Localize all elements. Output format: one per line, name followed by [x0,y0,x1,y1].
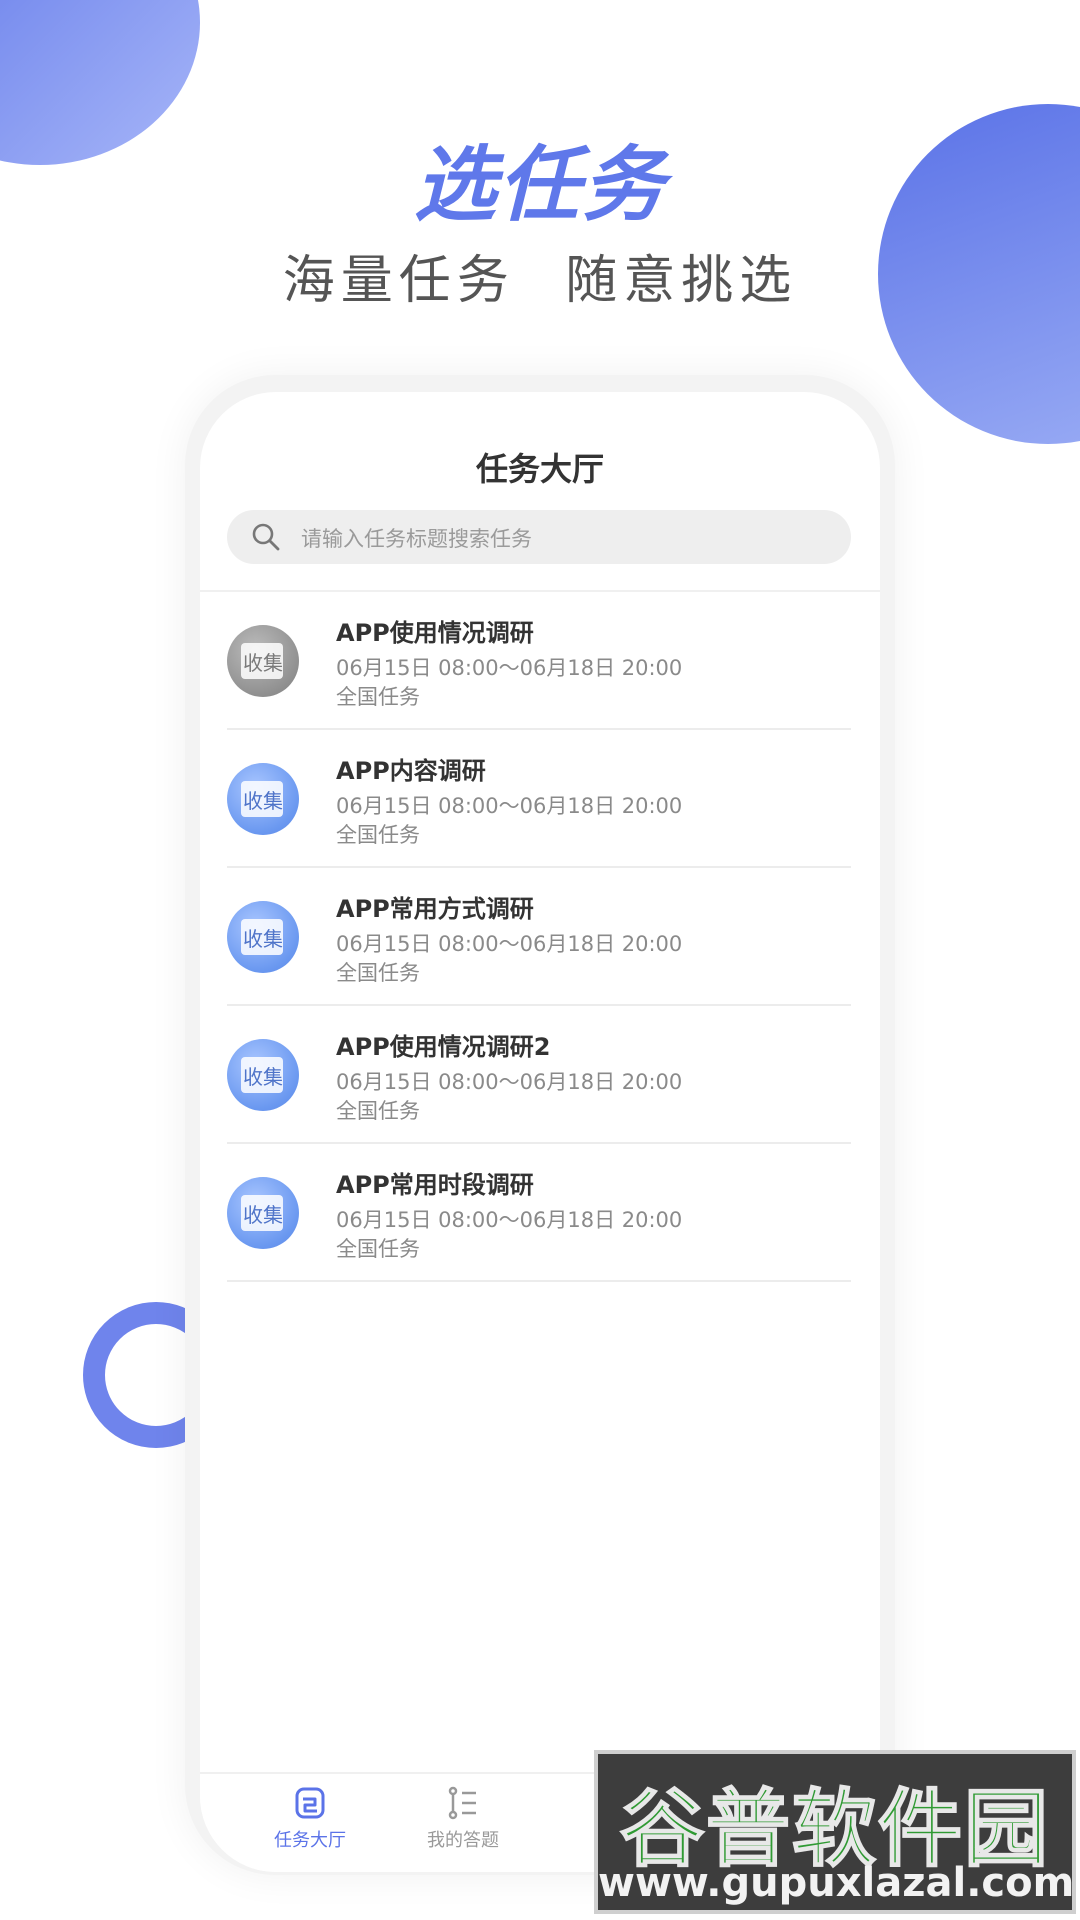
collect-badge[interactable]: 收集 [227,763,299,835]
task-scope: 全国任务 [336,961,420,985]
task-list: 收集 APP使用情况调研 06月15日 08:00～06月18日 20:00 全… [227,592,851,1282]
task-row[interactable]: 收集 APP常用时段调研 06月15日 08:00～06月18日 20:00 全… [227,1144,851,1282]
task-time: 06月15日 08:00～06月18日 20:00 [336,932,683,956]
task-scope: 全国任务 [336,823,420,847]
task-row[interactable]: 收集 APP内容调研 06月15日 08:00～06月18日 20:00 全国任… [227,730,851,868]
task-title: APP使用情况调研2 [336,1033,551,1061]
promo-page: 选任务 海量任务 随意挑选 任务大厅 请输入任务标题搜索任务 收集 APP使用情… [0,0,1080,1920]
task-time: 06月15日 08:00～06月18日 20:00 [336,1208,683,1232]
task-row[interactable]: 收集 APP使用情况调研2 06月15日 08:00～06月18日 20:00 … [227,1006,851,1144]
task-hall-icon [295,1787,325,1819]
watermark-url: www.gupuxlazal.com [598,1860,1075,1906]
watermark-logo: 谷普软件园 www.gupuxlazal.com [594,1750,1076,1914]
collect-badge[interactable]: 收集 [227,625,299,697]
collect-label: 收集 [243,926,283,951]
task-title: APP内容调研 [336,757,486,785]
task-row[interactable]: 收集 APP常用方式调研 06月15日 08:00～06月18日 20:00 全… [227,868,851,1006]
tab-label: 我的答题 [427,1830,499,1851]
tab-label: 任务大厅 [274,1830,346,1851]
task-title: APP使用情况调研 [336,619,534,647]
task-scope: 全国任务 [336,685,420,709]
task-title: APP常用时段调研 [336,1171,534,1199]
task-time: 06月15日 08:00～06月18日 20:00 [336,656,683,680]
collect-label: 收集 [243,788,283,813]
search-icon [252,523,280,551]
collect-label: 收集 [243,650,283,675]
task-scope: 全国任务 [336,1099,420,1123]
task-title: APP常用方式调研 [336,895,534,923]
collect-label: 收集 [243,1202,283,1227]
task-row[interactable]: 收集 APP使用情况调研 06月15日 08:00～06月18日 20:00 全… [227,592,851,730]
search-input[interactable]: 请输入任务标题搜索任务 [227,510,851,564]
hero-title: 选任务 [414,138,666,233]
hero-subtitle: 海量任务 随意挑选 [282,251,798,311]
list-icon [448,1786,476,1820]
page-title: 任务大厅 [475,450,604,488]
collect-label: 收集 [243,1064,283,1089]
tab-task-hall[interactable]: 任务大厅 [250,1784,370,1852]
collect-badge[interactable]: 收集 [227,1039,299,1111]
task-time: 06月15日 08:00～06月18日 20:00 [336,1070,683,1094]
collect-badge[interactable]: 收集 [227,901,299,973]
task-scope: 全国任务 [336,1237,420,1261]
collect-badge[interactable]: 收集 [227,1177,299,1249]
task-time: 06月15日 08:00～06月18日 20:00 [336,794,683,818]
phone-screen: 任务大厅 请输入任务标题搜索任务 收集 APP使用情况调研 06月15日 08:… [200,392,880,1872]
search-placeholder: 请输入任务标题搜索任务 [301,527,532,551]
tab-my-answers[interactable]: 我的答题 [403,1784,523,1852]
